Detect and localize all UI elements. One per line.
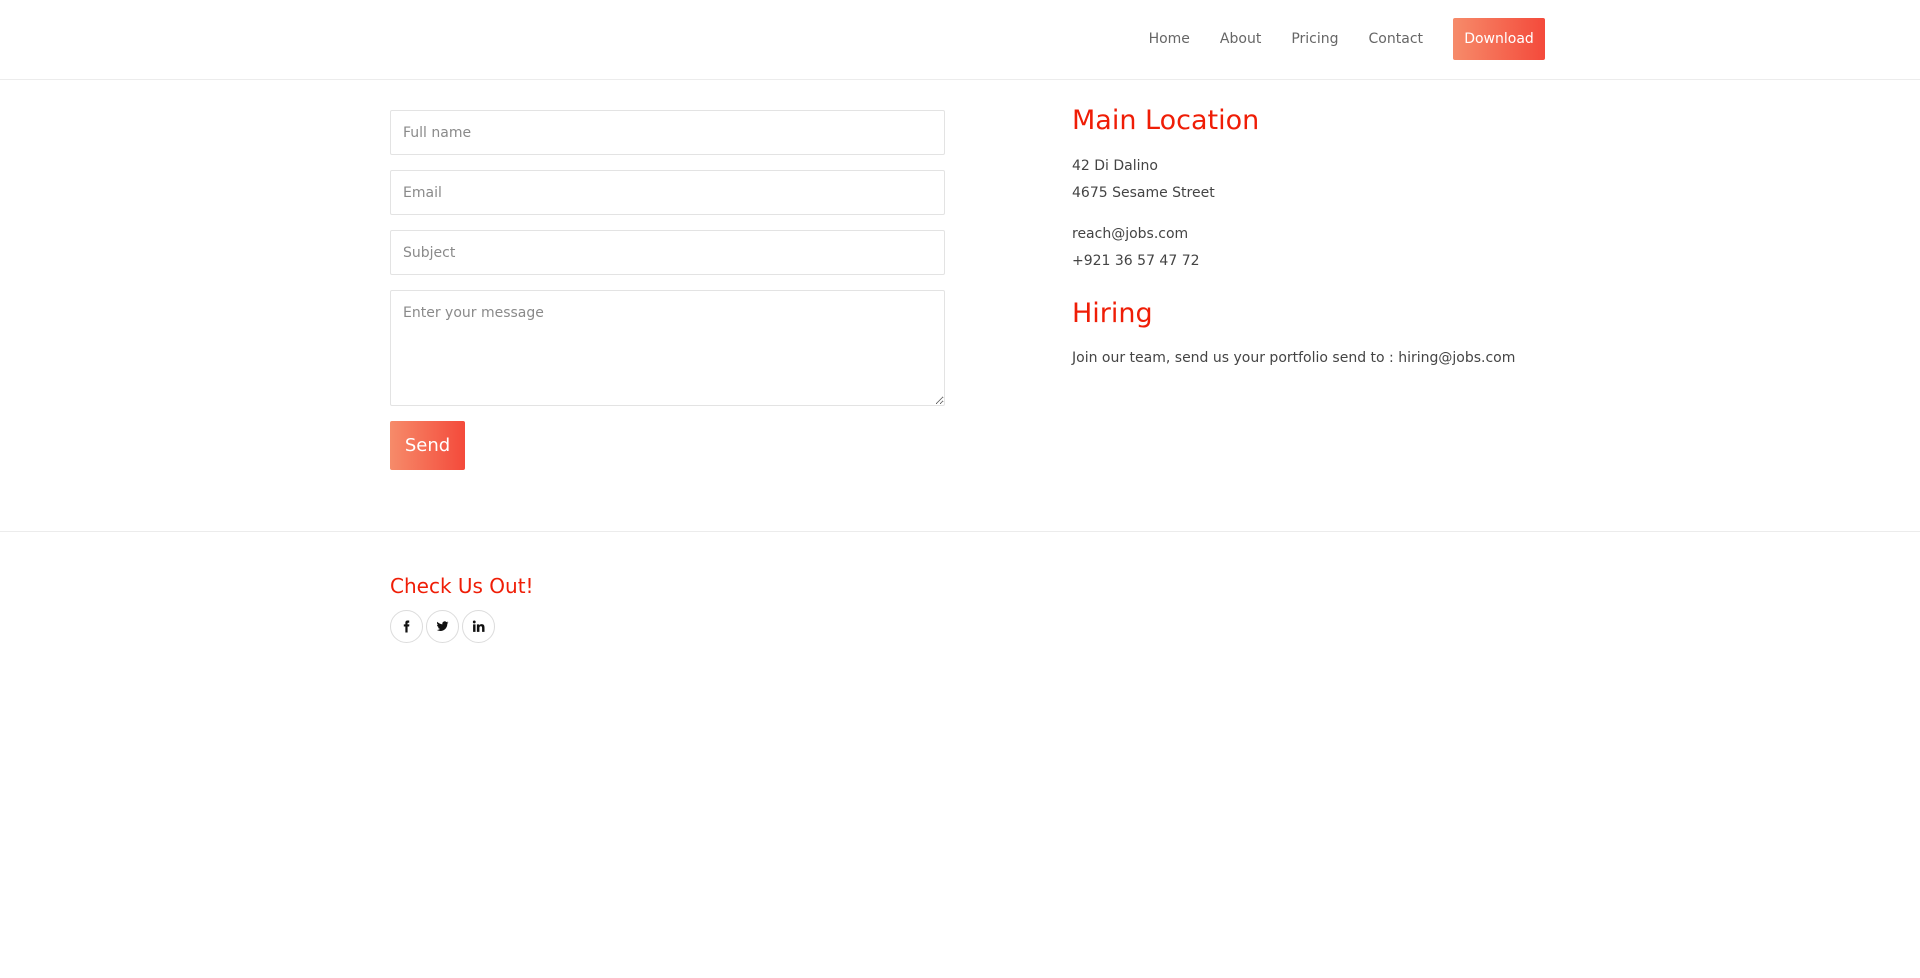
address-line-1: 42 Di Dalino (1072, 158, 1158, 174)
subject-input[interactable] (390, 230, 945, 275)
message-textarea[interactable] (390, 290, 945, 406)
contact-email: reach@jobs.com (1072, 226, 1189, 242)
email-input[interactable] (390, 170, 945, 215)
twitter-link[interactable] (426, 610, 459, 643)
address-line-2: 4675 Sesame Street (1072, 185, 1215, 201)
main-nav: Home About Pricing Contact Download (1149, 18, 1545, 60)
site-header: Home About Pricing Contact Download (0, 0, 1920, 80)
hiring-text: Join our team, send us your portfolio se… (1072, 350, 1516, 366)
contact-phone: +921 36 57 47 72 (1072, 253, 1200, 269)
contact-info: Main Location 42 Di Dalino 4675 Sesame S… (1072, 104, 1552, 372)
main-location-heading: Main Location (1072, 105, 1260, 136)
twitter-icon (436, 620, 449, 633)
contact-details: reach@jobs.com +921 36 57 47 72 (1072, 221, 1552, 275)
nav-pricing-link[interactable]: Pricing (1291, 18, 1338, 60)
send-button[interactable]: Send (390, 421, 465, 470)
social-links (390, 610, 534, 643)
facebook-link[interactable] (390, 610, 423, 643)
address-block: 42 Di Dalino 4675 Sesame Street (1072, 153, 1552, 207)
download-button[interactable]: Download (1453, 18, 1545, 60)
hiring-heading: Hiring (1072, 298, 1153, 329)
contact-form: Send (390, 110, 945, 470)
facebook-icon (400, 620, 413, 633)
site-footer: Check Us Out! (390, 572, 534, 643)
full-name-input[interactable] (390, 110, 945, 155)
nav-contact-link[interactable]: Contact (1369, 18, 1423, 60)
footer-divider (0, 531, 1920, 532)
footer-title: Check Us Out! (390, 574, 534, 598)
linkedin-link[interactable] (462, 610, 495, 643)
linkedin-icon (472, 620, 485, 633)
nav-home-link[interactable]: Home (1149, 18, 1190, 60)
nav-about-link[interactable]: About (1220, 18, 1261, 60)
